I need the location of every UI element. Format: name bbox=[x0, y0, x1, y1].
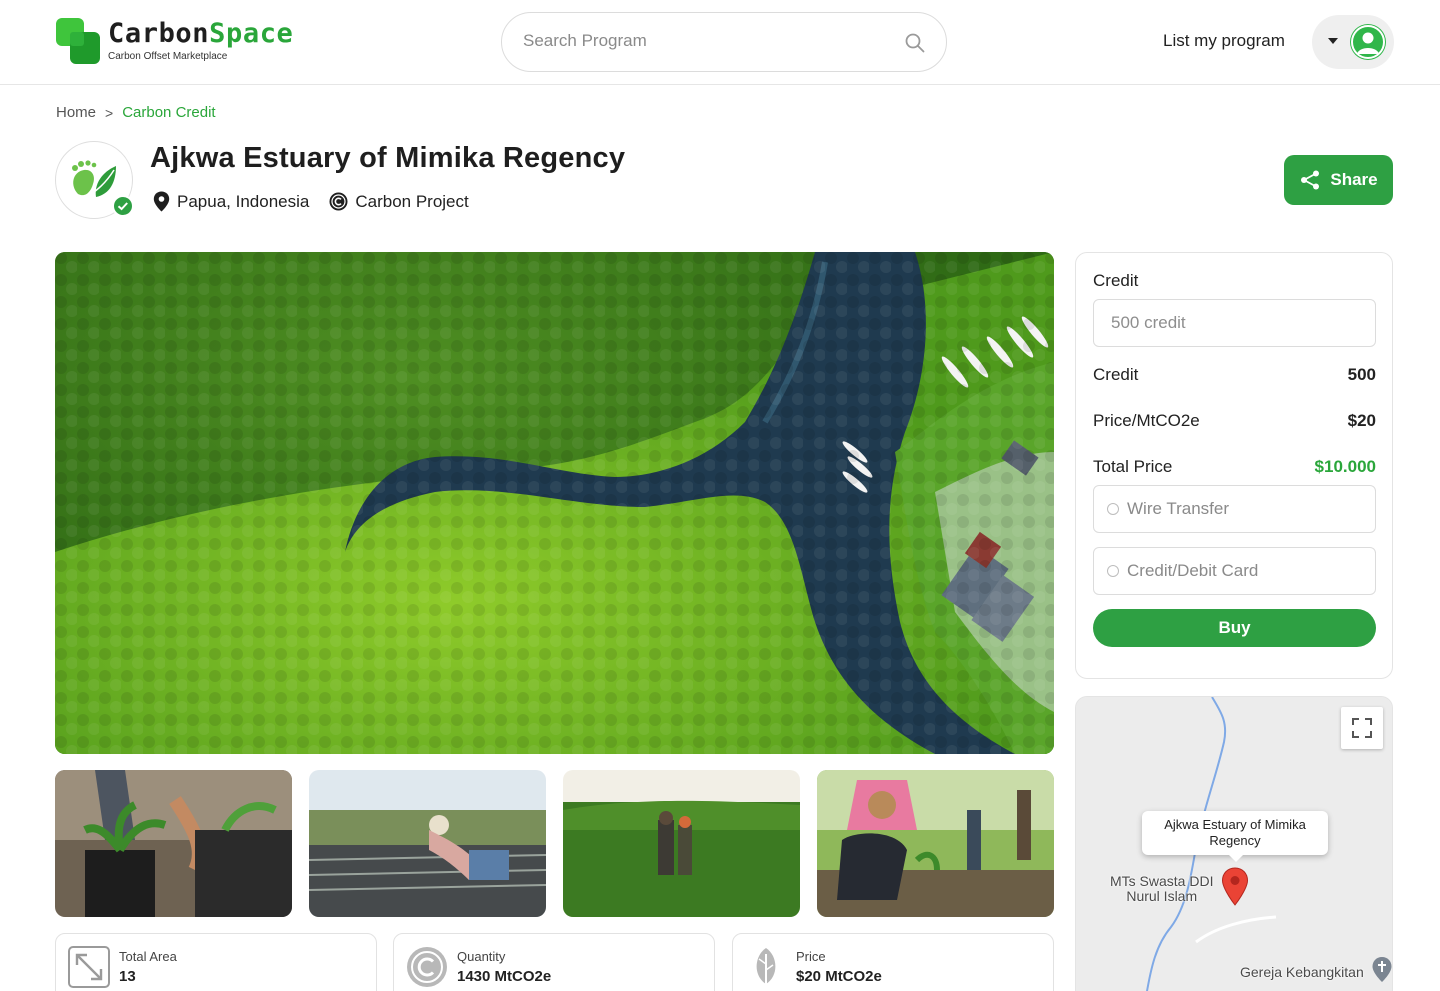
stat-value: 1430 MtCO2e bbox=[457, 968, 552, 985]
location-map[interactable]: Ajkwa Estuary of Mimika Regency MTs Swas… bbox=[1075, 696, 1393, 991]
summary-row-total: Total Price $10.000 bbox=[1093, 457, 1376, 477]
gallery-thumbnail[interactable] bbox=[817, 770, 1054, 917]
breadcrumb: Home > Carbon Credit bbox=[56, 104, 216, 121]
location: Papua, Indonesia bbox=[153, 191, 309, 212]
user-avatar-icon bbox=[1350, 24, 1386, 60]
church-pin-icon[interactable] bbox=[1371, 956, 1393, 984]
summary-label: Total Price bbox=[1093, 457, 1173, 476]
total-price-value: $10.000 bbox=[1314, 457, 1376, 476]
page-title: Ajkwa Estuary of Mimika Regency bbox=[150, 142, 626, 174]
stat-label: Price bbox=[796, 949, 826, 964]
brand-name: CarbonSpace bbox=[108, 18, 294, 49]
payment-option-wire-transfer[interactable]: Wire Transfer bbox=[1093, 485, 1376, 533]
workers-plantation-image bbox=[563, 770, 800, 917]
location-text: Papua, Indonesia bbox=[177, 191, 310, 211]
gallery-thumbnail[interactable] bbox=[563, 770, 800, 917]
brand-logo[interactable]: CarbonSpace Carbon Offset Marketplace bbox=[56, 18, 293, 66]
copyright-c-icon bbox=[407, 947, 447, 987]
share-button[interactable]: Share bbox=[1284, 155, 1393, 205]
share-icon bbox=[1301, 170, 1320, 190]
radio-icon[interactable] bbox=[1107, 503, 1119, 515]
summary-label: Credit bbox=[1093, 365, 1139, 384]
location-pin-icon bbox=[153, 191, 170, 212]
category-text: Carbon Project bbox=[355, 191, 469, 211]
share-label: Share bbox=[1330, 170, 1378, 189]
map-popup-line: Ajkwa Estuary of Mimika bbox=[1164, 817, 1306, 832]
stat-label: Total Area bbox=[119, 949, 177, 964]
logo-mark-icon bbox=[56, 18, 102, 66]
stat-quantity: Quantity 1430 MtCO2e bbox=[393, 933, 715, 991]
category: Carbon Project bbox=[329, 191, 469, 212]
fullscreen-icon[interactable] bbox=[1341, 707, 1383, 749]
map-popup: Ajkwa Estuary of Mimika Regency bbox=[1142, 811, 1328, 862]
buy-button[interactable]: Buy bbox=[1093, 609, 1376, 647]
credit-amount-input[interactable] bbox=[1093, 299, 1376, 347]
summary-label: Price/MtCO2e bbox=[1093, 411, 1200, 430]
copyright-c-icon bbox=[329, 192, 348, 211]
gallery-thumbnail[interactable] bbox=[309, 770, 546, 917]
chevron-down-icon bbox=[1328, 38, 1338, 44]
user-menu-button[interactable] bbox=[1312, 15, 1394, 69]
payment-option-label: Wire Transfer bbox=[1127, 499, 1230, 518]
stat-value: 13 bbox=[119, 968, 136, 985]
breadcrumb-home[interactable]: Home bbox=[56, 104, 96, 121]
map-popup-line: Regency bbox=[1209, 833, 1261, 848]
stat-value: $20 MtCO2e bbox=[796, 968, 882, 985]
mangrove-aerial-image bbox=[55, 252, 1054, 754]
gallery-thumbnail[interactable] bbox=[55, 770, 292, 917]
search-input[interactable] bbox=[523, 31, 883, 51]
summary-value: 500 bbox=[1347, 365, 1376, 384]
search-icon[interactable] bbox=[904, 32, 926, 54]
payment-option-label: Credit/Debit Card bbox=[1127, 561, 1259, 580]
breadcrumb-current[interactable]: Carbon Credit bbox=[122, 104, 215, 121]
summary-row-credit: Credit 500 bbox=[1093, 365, 1376, 385]
stat-label: Quantity bbox=[457, 949, 506, 964]
purchase-card: Credit Credit 500 Price/MtCO2e $20 Total… bbox=[1075, 252, 1393, 679]
map-place-label: MTs Swasta DDI Nurul Islam bbox=[1110, 873, 1214, 904]
resize-arrow-icon bbox=[68, 946, 110, 988]
verified-badge-icon bbox=[112, 195, 134, 217]
payment-option-card[interactable]: Credit/Debit Card bbox=[1093, 547, 1376, 595]
nursery-worker-image bbox=[309, 770, 546, 917]
radio-icon[interactable] bbox=[1107, 565, 1119, 577]
summary-row-price: Price/MtCO2e $20 bbox=[1093, 411, 1376, 431]
hero-image[interactable] bbox=[55, 252, 1054, 754]
brand-tagline: Carbon Offset Marketplace bbox=[108, 51, 228, 62]
stat-total-area: Total Area 13 bbox=[55, 933, 377, 991]
planting-seedling-image bbox=[55, 770, 292, 917]
breadcrumb-separator-icon: > bbox=[105, 104, 114, 121]
stat-price: Price $20 MtCO2e bbox=[732, 933, 1054, 991]
woman-planting-image bbox=[817, 770, 1054, 917]
list-my-program-link[interactable]: List my program bbox=[1163, 31, 1285, 51]
map-pin-icon[interactable] bbox=[1221, 867, 1249, 907]
leaf-icon bbox=[756, 948, 776, 988]
credit-label: Credit bbox=[1093, 271, 1139, 290]
search-bar bbox=[501, 12, 947, 72]
program-meta: Papua, Indonesia Carbon Project bbox=[153, 191, 489, 212]
map-place-label: Gereja Kebangkitan bbox=[1240, 964, 1364, 980]
summary-value: $20 bbox=[1347, 411, 1376, 430]
top-header: CarbonSpace Carbon Offset Marketplace Li… bbox=[0, 0, 1440, 85]
